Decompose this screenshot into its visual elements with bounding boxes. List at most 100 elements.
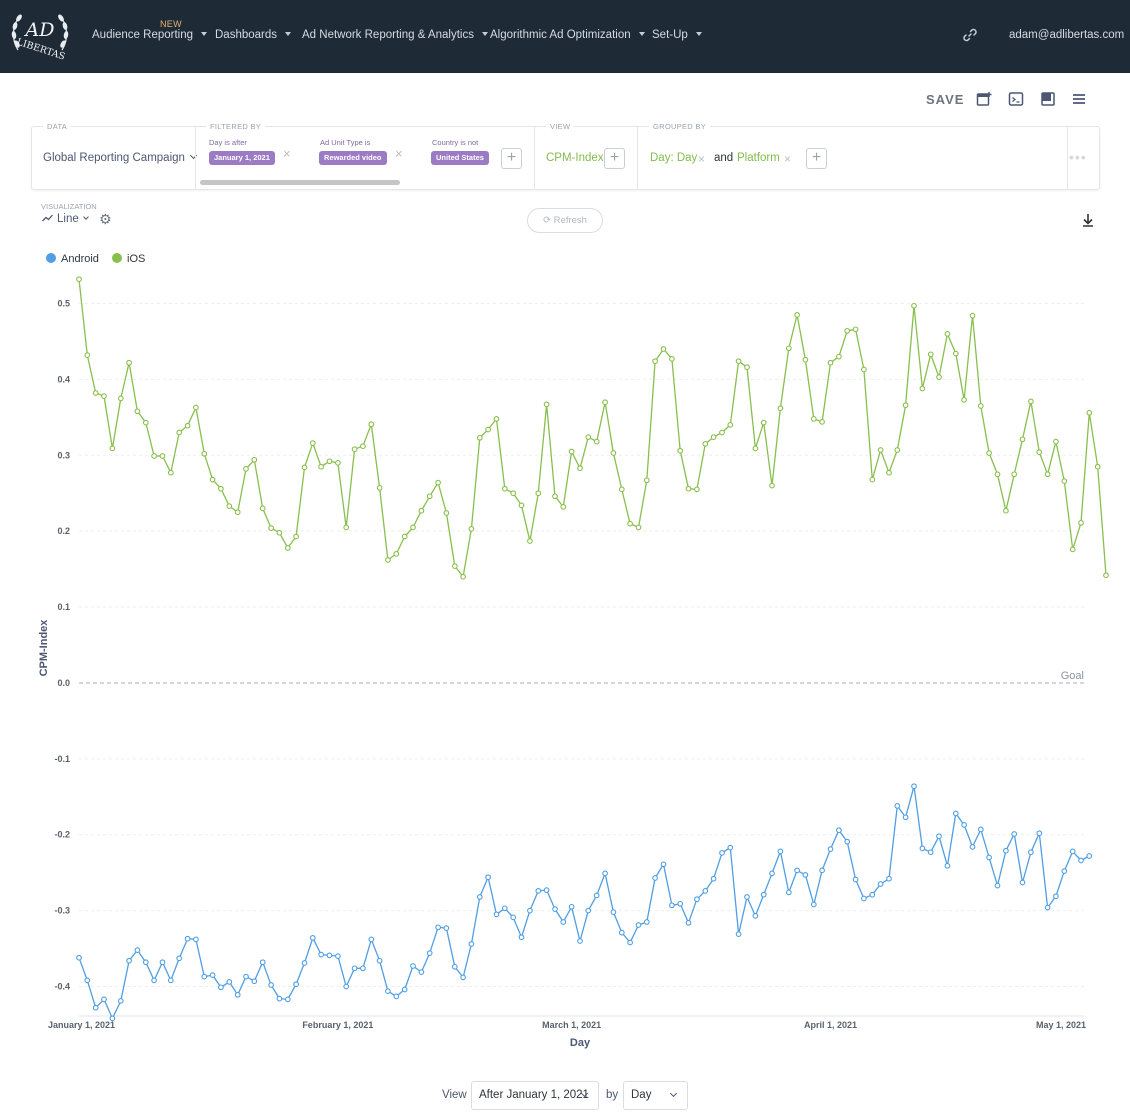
- add-metric-button[interactable]: +: [604, 148, 625, 169]
- data-point: [969, 844, 976, 850]
- data-point: [376, 957, 383, 964]
- data-point: [694, 896, 700, 903]
- remove-group-icon[interactable]: ×: [784, 152, 791, 166]
- data-point: [568, 448, 575, 455]
- legend-item-android[interactable]: Android: [46, 253, 99, 265]
- data-point: [952, 350, 959, 357]
- nav-label: Algorithmic Ad Optimization: [490, 29, 631, 41]
- data-point: [243, 973, 249, 980]
- data-point: [886, 469, 892, 476]
- data-point: [886, 875, 892, 882]
- remove-group-icon[interactable]: ×: [698, 152, 705, 166]
- data-point: [201, 973, 208, 980]
- embed-icon[interactable]: [1008, 91, 1024, 107]
- data-point: [226, 979, 233, 985]
- data-point: [176, 429, 183, 436]
- visualization-type: Line: [57, 213, 79, 225]
- legend-dot: [46, 253, 56, 263]
- data-point: [618, 929, 625, 936]
- nav-dashboards[interactable]: Dashboards: [215, 29, 292, 41]
- add-to-dashboard-icon[interactable]: [976, 91, 992, 107]
- data-point: [276, 995, 283, 1002]
- data-point: [744, 894, 750, 900]
- view-section: VIEW CPM-Index +: [534, 122, 637, 189]
- data-point: [618, 486, 625, 493]
- data-point: [1036, 449, 1043, 456]
- data-point: [418, 969, 425, 975]
- data-point: [226, 503, 233, 509]
- caret-down-icon: [285, 32, 292, 36]
- save-button[interactable]: SAVE: [926, 92, 964, 107]
- data-point: [293, 981, 299, 988]
- user-menu[interactable]: adam@adlibertas.com: [1009, 29, 1124, 41]
- data-point: [919, 845, 926, 852]
- data-point: [193, 936, 199, 943]
- refresh-button[interactable]: ⟳ Refresh: [527, 208, 603, 233]
- data-point: [552, 493, 558, 500]
- data-point: [510, 490, 517, 497]
- y-tick-label: 0.4: [57, 374, 70, 384]
- group-platform[interactable]: Platform: [737, 152, 780, 164]
- visualization-type-picker[interactable]: Line: [42, 213, 89, 225]
- legend-item-ios[interactable]: iOS: [112, 253, 145, 265]
- data-point: [852, 326, 859, 333]
- data-point: [752, 445, 759, 452]
- nav-set-up[interactable]: Set-Up: [652, 29, 702, 41]
- data-point: [802, 872, 809, 878]
- add-group-button[interactable]: +: [806, 148, 827, 169]
- remove-filter-icon[interactable]: ×: [283, 146, 291, 161]
- link-icon[interactable]: [962, 27, 978, 43]
- data-point: [476, 894, 483, 900]
- footer-by-text: by: [606, 1089, 619, 1101]
- download-icon[interactable]: [1081, 212, 1095, 228]
- nav-audience-reporting[interactable]: Audience Reporting: [92, 29, 208, 41]
- data-point: [518, 502, 525, 509]
- data-point: [902, 402, 909, 409]
- data-point: [159, 959, 166, 966]
- filter-pill-day[interactable]: January 1, 2021: [209, 151, 275, 165]
- data-point: [735, 358, 742, 365]
- x-tick-label: March 1, 2021: [542, 1020, 601, 1030]
- data-point: [385, 988, 391, 994]
- remove-filter-icon[interactable]: ×: [395, 146, 403, 161]
- nav-ad-network-reporting[interactable]: Ad Network Reporting & Analytics: [302, 29, 488, 41]
- data-point: [259, 959, 266, 966]
- filter-section: FILTERED BY Day is after January 1, 2021…: [195, 122, 534, 189]
- view-metric[interactable]: CPM-Index: [546, 152, 604, 164]
- data-point: [1078, 519, 1084, 526]
- filter-scrollbar[interactable]: [200, 180, 400, 185]
- data-point: [410, 963, 416, 969]
- data-point: [426, 950, 433, 956]
- filter-pill-ad-unit[interactable]: Rewarded video: [319, 151, 387, 165]
- add-filter-button[interactable]: +: [501, 148, 522, 169]
- group-day[interactable]: Day: Day: [650, 152, 697, 164]
- ad-libertas-logo[interactable]: AD LIBERTAS: [8, 6, 72, 68]
- data-point: [1011, 831, 1018, 837]
- data-point: [869, 476, 876, 483]
- date-range-select[interactable]: After January 1, 2021: [471, 1081, 599, 1110]
- data-point: [769, 870, 775, 877]
- data-point: [760, 891, 767, 898]
- bookmark-icon[interactable]: [1040, 91, 1056, 107]
- data-point: [76, 954, 82, 961]
- y-tick-label: 0.1: [57, 602, 70, 612]
- data-source-picker[interactable]: Global Reporting Campaign: [43, 151, 197, 164]
- data-point: [911, 302, 917, 309]
- time-unit-select[interactable]: Day: [623, 1081, 688, 1110]
- data-point: [610, 450, 617, 456]
- data-point: [877, 881, 884, 887]
- filtered-by-label: FILTERED BY: [206, 122, 266, 131]
- filter-pill-country[interactable]: United States: [431, 151, 489, 165]
- data-point: [1086, 853, 1093, 859]
- data-point: [902, 814, 909, 821]
- more-options-icon[interactable]: •••: [1069, 149, 1087, 165]
- refresh-label: Refresh: [553, 215, 587, 226]
- data-point: [201, 450, 208, 457]
- menu-icon[interactable]: [1071, 91, 1087, 107]
- gear-icon[interactable]: ⚙: [99, 211, 112, 228]
- data-point: [994, 471, 1001, 478]
- data-point: [468, 526, 475, 532]
- data-point: [460, 974, 466, 981]
- nav-algorithmic-ad-optimization[interactable]: Algorithmic Ad Optimization: [490, 29, 645, 41]
- y-tick-label: -0.4: [54, 982, 70, 992]
